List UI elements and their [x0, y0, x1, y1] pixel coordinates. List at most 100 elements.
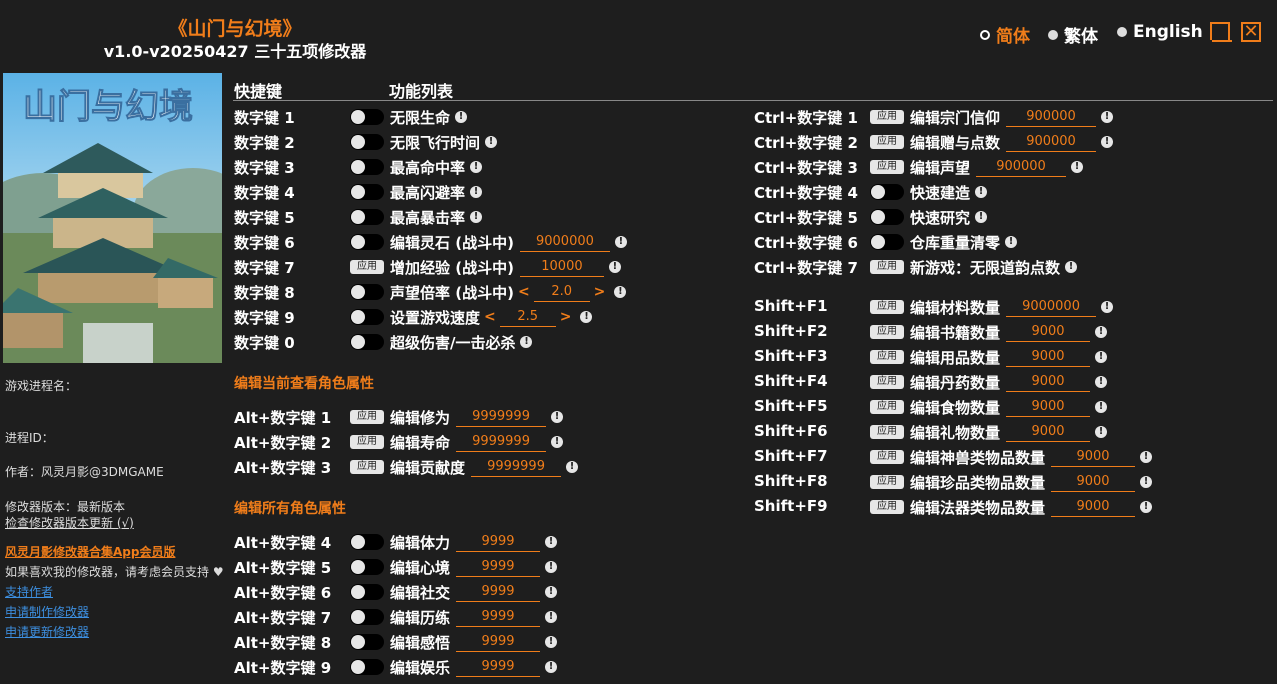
info-icon[interactable]: ! [608, 261, 621, 273]
request-make-link[interactable]: 申请制作修改器 [5, 603, 89, 620]
value-input[interactable]: 9999 [456, 558, 541, 577]
info-icon[interactable]: ! [485, 136, 498, 148]
apply-button[interactable]: 应用 [870, 325, 904, 339]
info-icon[interactable]: ! [1095, 426, 1108, 438]
apply-button[interactable]: 应用 [870, 375, 904, 389]
apply-button[interactable]: 应用 [870, 260, 904, 274]
toggle-switch[interactable] [350, 159, 384, 175]
close-button[interactable]: ✕ [1241, 22, 1261, 42]
info-icon[interactable]: ! [545, 561, 558, 573]
info-icon[interactable]: ! [614, 286, 627, 298]
apply-button[interactable]: 应用 [350, 460, 384, 474]
info-icon[interactable]: ! [470, 161, 483, 173]
info-icon[interactable]: ! [1140, 476, 1153, 488]
toggle-switch[interactable] [350, 109, 384, 125]
info-icon[interactable]: ! [545, 611, 558, 623]
toggle-switch[interactable] [350, 334, 384, 350]
apply-button[interactable]: 应用 [870, 400, 904, 414]
info-icon[interactable]: ! [545, 661, 558, 673]
info-icon[interactable]: ! [1095, 351, 1108, 363]
apply-button[interactable]: 应用 [870, 475, 904, 489]
apply-button[interactable]: 应用 [350, 260, 384, 274]
info-icon[interactable]: ! [455, 111, 468, 123]
info-icon[interactable]: ! [545, 636, 558, 648]
increase-arrow-icon[interactable]: > [594, 284, 606, 300]
apply-button[interactable]: 应用 [870, 300, 904, 314]
toggle-switch[interactable] [350, 209, 384, 225]
apply-button[interactable]: 应用 [350, 410, 384, 424]
increase-arrow-icon[interactable]: > [560, 309, 572, 325]
toggle-switch[interactable] [870, 234, 904, 250]
stepper-value[interactable]: 2.5 [499, 308, 556, 327]
toggle-switch[interactable] [870, 209, 904, 225]
toggle-switch[interactable] [350, 559, 384, 575]
value-input[interactable]: 9000 [1006, 323, 1091, 342]
toggle-switch[interactable] [870, 184, 904, 200]
value-input[interactable]: 9000000 [1006, 298, 1097, 317]
info-icon[interactable]: ! [614, 236, 627, 248]
request-update-link[interactable]: 申请更新修改器 [5, 623, 89, 640]
info-icon[interactable]: ! [975, 211, 988, 223]
decrease-arrow-icon[interactable]: < [518, 284, 530, 300]
info-icon[interactable]: ! [580, 311, 593, 323]
apply-button[interactable]: 应用 [870, 160, 904, 174]
minimize-button[interactable] [1210, 22, 1232, 42]
value-input[interactable]: 9000 [1006, 373, 1091, 392]
value-input[interactable]: 9000 [1006, 398, 1091, 417]
check-update-link[interactable]: 检查修改器版本更新 (√) [5, 514, 134, 531]
info-icon[interactable]: ! [551, 436, 564, 448]
value-input[interactable]: 9999999 [456, 433, 547, 452]
info-icon[interactable]: ! [1101, 111, 1114, 123]
support-author-link[interactable]: 支持作者 [5, 583, 53, 600]
info-icon[interactable]: ! [1095, 401, 1108, 413]
toggle-switch[interactable] [350, 659, 384, 675]
value-input[interactable]: 9000 [1051, 498, 1136, 517]
lang-english[interactable]: English [1117, 22, 1203, 42]
info-icon[interactable]: ! [566, 461, 579, 473]
value-input[interactable]: 9000 [1006, 423, 1091, 442]
toggle-switch[interactable] [350, 284, 384, 300]
value-input[interactable]: 9999 [456, 633, 541, 652]
lang-traditional[interactable]: 繁体 [1048, 22, 1098, 47]
toggle-switch[interactable] [350, 309, 384, 325]
lang-simplified[interactable]: 简体 [980, 22, 1030, 47]
value-input[interactable]: 9000 [1006, 348, 1091, 367]
info-icon[interactable]: ! [1005, 236, 1018, 248]
apply-button[interactable]: 应用 [870, 500, 904, 514]
toggle-switch[interactable] [350, 134, 384, 150]
apply-button[interactable]: 应用 [870, 425, 904, 439]
info-icon[interactable]: ! [1140, 451, 1153, 463]
value-input[interactable]: 9999 [456, 533, 541, 552]
value-input[interactable]: 9999 [456, 608, 541, 627]
value-input[interactable]: 900000 [1006, 108, 1097, 127]
info-icon[interactable]: ! [520, 336, 533, 348]
value-input[interactable]: 900000 [1006, 133, 1097, 152]
value-input[interactable]: 9999999 [471, 458, 562, 477]
info-icon[interactable]: ! [1101, 301, 1114, 313]
toggle-switch[interactable] [350, 634, 384, 650]
value-input[interactable]: 900000 [976, 158, 1067, 177]
info-icon[interactable]: ! [1071, 161, 1084, 173]
decrease-arrow-icon[interactable]: < [484, 309, 496, 325]
toggle-switch[interactable] [350, 609, 384, 625]
value-input[interactable]: 9000 [1051, 473, 1136, 492]
info-icon[interactable]: ! [1095, 326, 1108, 338]
info-icon[interactable]: ! [545, 586, 558, 598]
value-input[interactable]: 9000 [1051, 448, 1136, 467]
toggle-switch[interactable] [350, 184, 384, 200]
value-input[interactable]: 9999 [456, 583, 541, 602]
info-icon[interactable]: ! [1101, 136, 1114, 148]
value-input[interactable]: 9999 [456, 658, 541, 677]
value-input[interactable]: 10000 [519, 258, 604, 277]
info-icon[interactable]: ! [1065, 261, 1078, 273]
toggle-switch[interactable] [350, 584, 384, 600]
info-icon[interactable]: ! [470, 211, 483, 223]
app-member-link[interactable]: 风灵月影修改器合集App会员版 [5, 543, 175, 560]
toggle-switch[interactable] [350, 534, 384, 550]
info-icon[interactable]: ! [470, 186, 483, 198]
stepper-value[interactable]: 2.0 [533, 283, 590, 302]
value-input[interactable]: 9000000 [519, 233, 610, 252]
apply-button[interactable]: 应用 [870, 350, 904, 364]
apply-button[interactable]: 应用 [870, 450, 904, 464]
info-icon[interactable]: ! [551, 411, 564, 423]
